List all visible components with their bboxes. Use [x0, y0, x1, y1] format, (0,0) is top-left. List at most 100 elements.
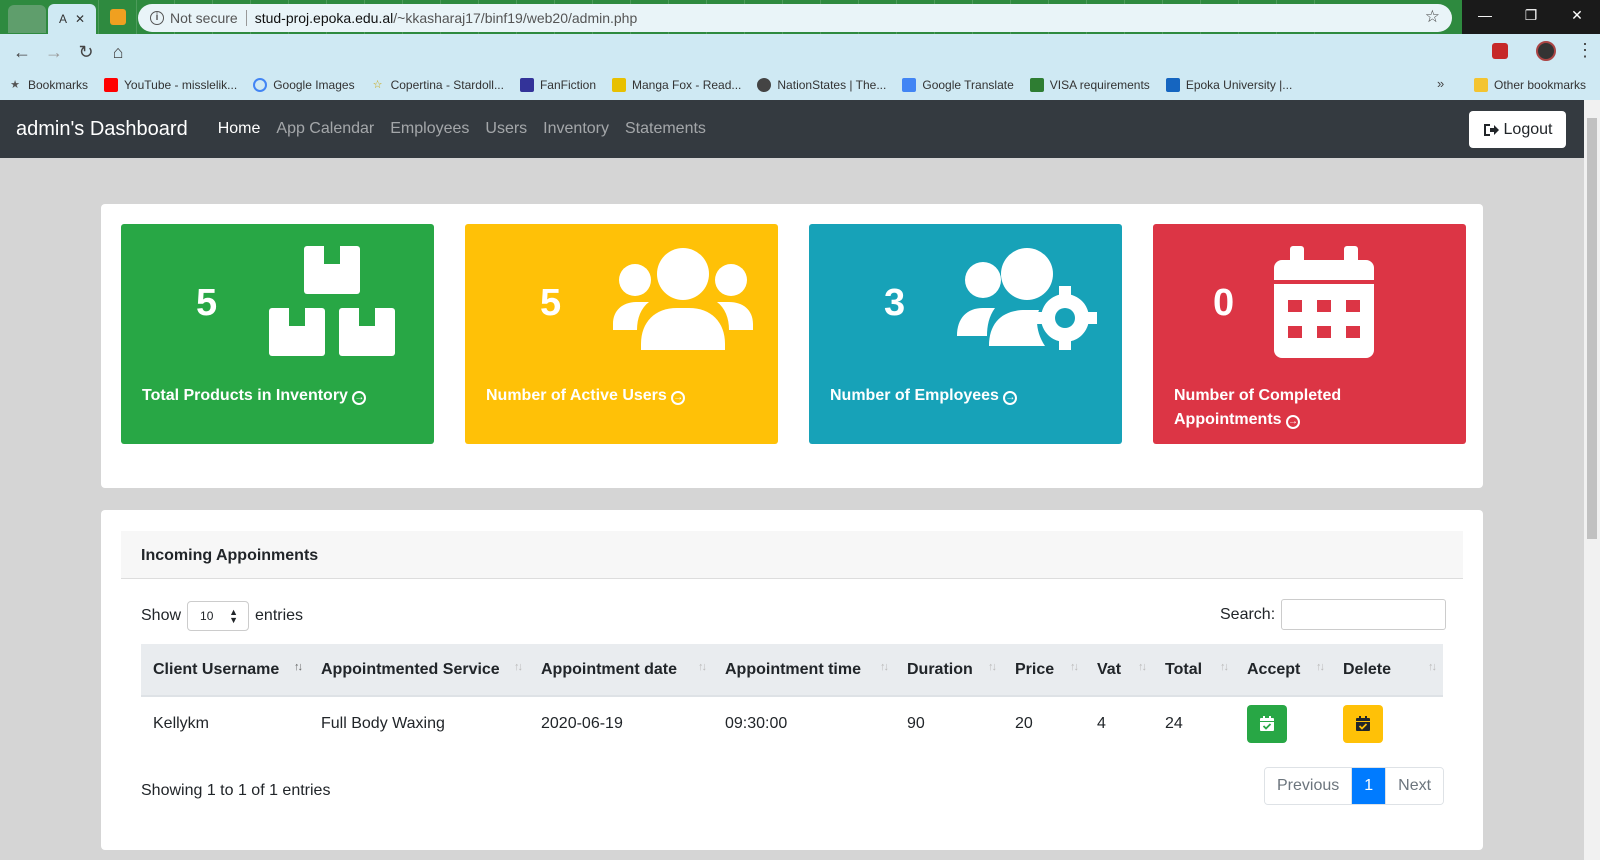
appointments-table: Client Username ↑↓ Appointmented Service ↑…: [141, 644, 1443, 750]
column-header-total[interactable]: Total ↑↓: [1153, 644, 1235, 697]
security-status[interactable]: Not secure: [170, 10, 238, 26]
extension-icon[interactable]: [1492, 43, 1508, 59]
browser-tab[interactable]: [98, 0, 136, 34]
nav-users[interactable]: Users: [477, 120, 535, 138]
browser-toolbar: ← → ↻ ⌂: [0, 34, 1600, 70]
column-title: Delete: [1343, 660, 1392, 678]
window-controls: — ❐ ✕: [1462, 0, 1600, 34]
close-window-button[interactable]: ✕: [1554, 0, 1600, 34]
other-bookmarks[interactable]: Other bookmarks: [1466, 70, 1594, 100]
column-header-accept[interactable]: Accept ↑↓: [1235, 644, 1331, 697]
column-title: Total: [1165, 660, 1203, 678]
bookmark-item[interactable]: Google Images: [245, 78, 362, 92]
table-info: Showing 1 to 1 of 1 entries: [141, 782, 331, 799]
arrow-circle-right-icon: →: [352, 391, 367, 405]
bookmark-item[interactable]: YouTube - misslelik...: [96, 78, 245, 92]
stat-label-text: Number of Completed Appointments: [1174, 387, 1342, 428]
stat-card-employees[interactable]: 3 Number of Employees →: [809, 224, 1122, 444]
column-header-vat[interactable]: Vat ↑↓: [1085, 644, 1153, 697]
stat-card-products[interactable]: 5 Total Products in Inventory →: [121, 224, 434, 444]
next-page-button[interactable]: Next: [1385, 768, 1444, 804]
bookmarks-overflow-button[interactable]: »: [1437, 76, 1444, 91]
cell-date: 2020-06-19: [541, 714, 623, 732]
translate-icon: [902, 78, 917, 92]
profile-avatar[interactable]: [1536, 41, 1556, 61]
sort-icon: ↑↓: [1070, 661, 1079, 673]
bookmark-item[interactable]: ★ Bookmarks: [0, 78, 96, 92]
calendar-check-icon: [1356, 716, 1370, 731]
bookmark-label: YouTube - misslelik...: [124, 78, 238, 92]
bookmark-item[interactable]: Epoka University |...: [1158, 78, 1301, 92]
stat-value: 3: [884, 282, 906, 324]
arrow-circle-right-icon: →: [671, 391, 686, 405]
browser-menu-icon[interactable]: ⋮: [1576, 40, 1594, 61]
bookmark-item[interactable]: VISA requirements: [1022, 78, 1158, 92]
home-icon[interactable]: ⌂: [102, 42, 134, 63]
column-header-delete[interactable]: Delete ↑↓: [1331, 644, 1443, 697]
nav-home[interactable]: Home: [210, 120, 269, 138]
sort-icon: ↑↓: [1138, 661, 1147, 673]
search-input[interactable]: [1281, 599, 1447, 630]
reload-icon[interactable]: ↻: [70, 42, 102, 63]
stat-label-text: Number of Active Users: [486, 387, 667, 404]
bookmark-label: FanFiction: [539, 78, 596, 92]
logout-button[interactable]: Logout: [1469, 111, 1566, 148]
bookmark-star-icon[interactable]: ☆: [1425, 7, 1440, 27]
stat-card-active-users[interactable]: 5 Number of Active Users →: [465, 224, 778, 444]
logout-label: Logout: [1503, 120, 1553, 138]
column-title: Appointment date: [541, 660, 677, 678]
appointments-card-header: Incoming Appoinments: [121, 531, 1463, 579]
forward-arrow-icon[interactable]: →: [38, 42, 70, 63]
stat-card-completed-appointments[interactable]: 0 Number of Completed Appointments →: [1153, 224, 1466, 444]
bookmark-item[interactable]: Manga Fox - Read...: [604, 78, 749, 92]
visa-icon: [1029, 78, 1044, 92]
nav-statements[interactable]: Statements: [617, 120, 714, 138]
browser-tab[interactable]: [8, 5, 46, 33]
warning-favicon-icon: [109, 9, 126, 25]
column-title: Vat: [1097, 660, 1122, 678]
cell-price: 20: [1015, 714, 1033, 732]
bookmark-item[interactable]: Google Translate: [894, 78, 1021, 92]
nav-inventory[interactable]: Inventory: [535, 120, 617, 138]
nav-employees[interactable]: Employees: [382, 120, 477, 138]
epoka-icon: [1165, 78, 1180, 92]
bookmark-label: Google Images: [273, 78, 355, 92]
active-browser-tab[interactable]: A ✕: [48, 4, 96, 34]
accept-button[interactable]: [1247, 704, 1287, 743]
scrollbar-thumb[interactable]: [1587, 118, 1597, 539]
cell-service: Full Body Waxing: [321, 714, 445, 732]
stat-label: Total Products in Inventory →: [142, 384, 392, 408]
back-arrow-icon[interactable]: ←: [6, 42, 38, 63]
cell-accept: [1235, 696, 1331, 750]
bookmark-label: VISA requirements: [1049, 78, 1150, 92]
bookmark-item[interactable]: ☆ Copertina - Stardoll...: [363, 78, 512, 92]
bookmark-item[interactable]: FanFiction: [512, 78, 604, 92]
brand-title[interactable]: admin's Dashboard: [16, 118, 188, 141]
cell-total: 24: [1165, 714, 1183, 732]
address-bar[interactable]: i Not secure stud-proj.epoka.edu.al/~kka…: [138, 4, 1452, 32]
entries-select[interactable]: 10 ▲ ▼: [187, 601, 250, 631]
column-header-date[interactable]: Appointment date ↑↓: [529, 644, 713, 697]
nav-app-calendar[interactable]: App Calendar: [268, 120, 382, 138]
previous-page-button[interactable]: Previous: [1265, 768, 1353, 804]
bookmarks-bar: ★ Bookmarks YouTube - misslelik... Google…: [0, 70, 1600, 100]
column-header-client-username[interactable]: Client Username ↑↓: [141, 644, 309, 697]
restore-button[interactable]: ❐: [1508, 0, 1554, 34]
boxes-icon: [269, 246, 395, 356]
youtube-icon: [104, 78, 119, 92]
column-header-service[interactable]: Appointmented Service ↑↓: [309, 644, 529, 697]
sort-icon: ↑↓: [1220, 661, 1229, 673]
column-header-duration[interactable]: Duration ↑↓: [895, 644, 1003, 697]
sort-icon: ↑↓: [294, 661, 303, 673]
minimize-button[interactable]: —: [1462, 0, 1508, 34]
column-header-price[interactable]: Price ↑↓: [1003, 644, 1085, 697]
info-icon[interactable]: i: [150, 11, 164, 25]
bookmark-label: Epoka University |...: [1185, 78, 1293, 92]
bookmark-item[interactable]: NationStates | The...: [749, 78, 894, 92]
google-icon: [253, 78, 268, 92]
close-tab-icon[interactable]: ✕: [75, 12, 85, 26]
page-1-button[interactable]: 1: [1352, 768, 1386, 804]
calendar-check-icon: [1260, 716, 1274, 731]
column-header-time[interactable]: Appointment time ↑↓: [713, 644, 895, 697]
delete-button[interactable]: [1343, 704, 1383, 743]
